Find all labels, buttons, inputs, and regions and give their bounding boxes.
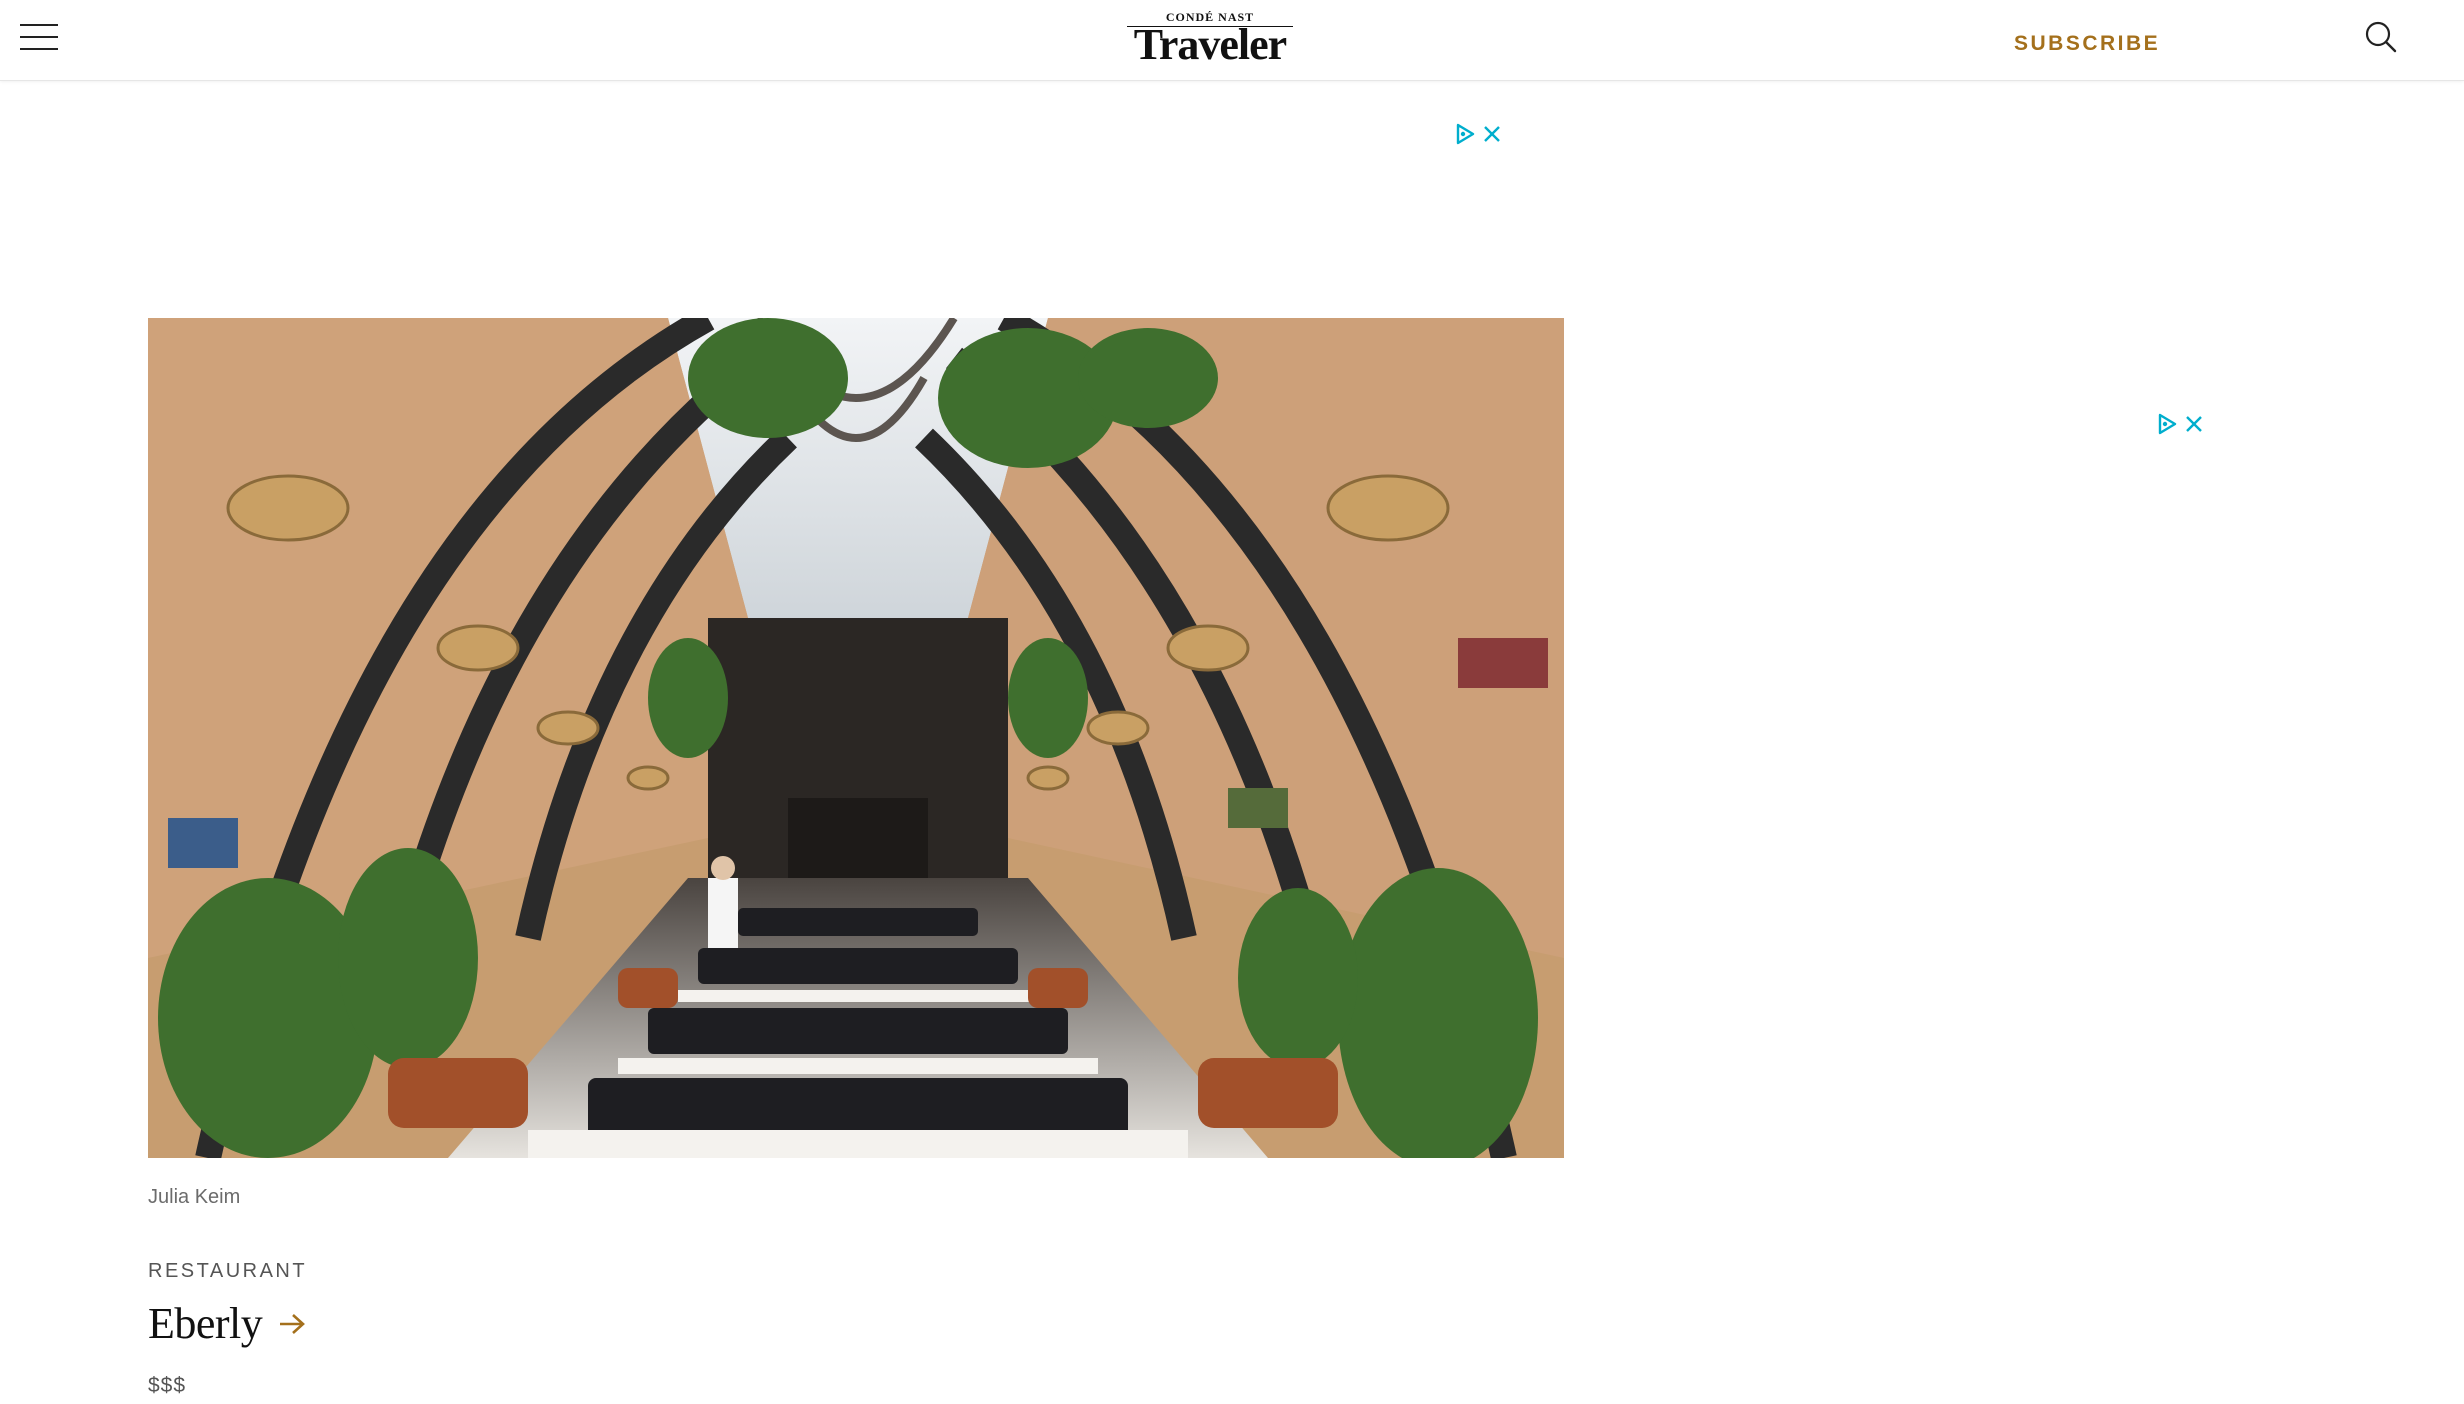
close-icon[interactable] xyxy=(1482,124,1502,144)
adchoices-icon[interactable] xyxy=(1454,123,1476,145)
adchoices-icon[interactable] xyxy=(2156,413,2178,435)
logo-main: Traveler xyxy=(1133,20,1287,69)
menu-bar xyxy=(20,36,58,38)
site-logo[interactable]: CONDÉ NAST Traveler xyxy=(1110,6,1310,69)
restaurant-interior-image xyxy=(148,318,1564,1158)
hero-photo xyxy=(148,318,1564,1158)
close-icon[interactable] xyxy=(2184,414,2204,434)
site-header: CONDÉ NAST Traveler SUBSCRIBE xyxy=(0,0,2464,81)
venue-link[interactable]: Eberly xyxy=(148,1298,306,1349)
subscribe-link[interactable]: SUBSCRIBE xyxy=(2014,32,2160,56)
arrow-right-icon xyxy=(280,1313,306,1334)
photo-credit: Julia Keim xyxy=(148,1186,241,1208)
menu-bar xyxy=(20,48,58,50)
venue-category: RESTAURANT xyxy=(148,1260,308,1282)
hamburger-menu-button[interactable] xyxy=(20,22,58,52)
ad-marker xyxy=(2156,410,2204,438)
menu-bar xyxy=(20,24,58,26)
search-icon[interactable] xyxy=(2364,20,2398,54)
price-range: $$$ xyxy=(148,1374,187,1397)
venue-name: Eberly xyxy=(148,1299,263,1348)
ad-marker xyxy=(1454,120,1502,148)
